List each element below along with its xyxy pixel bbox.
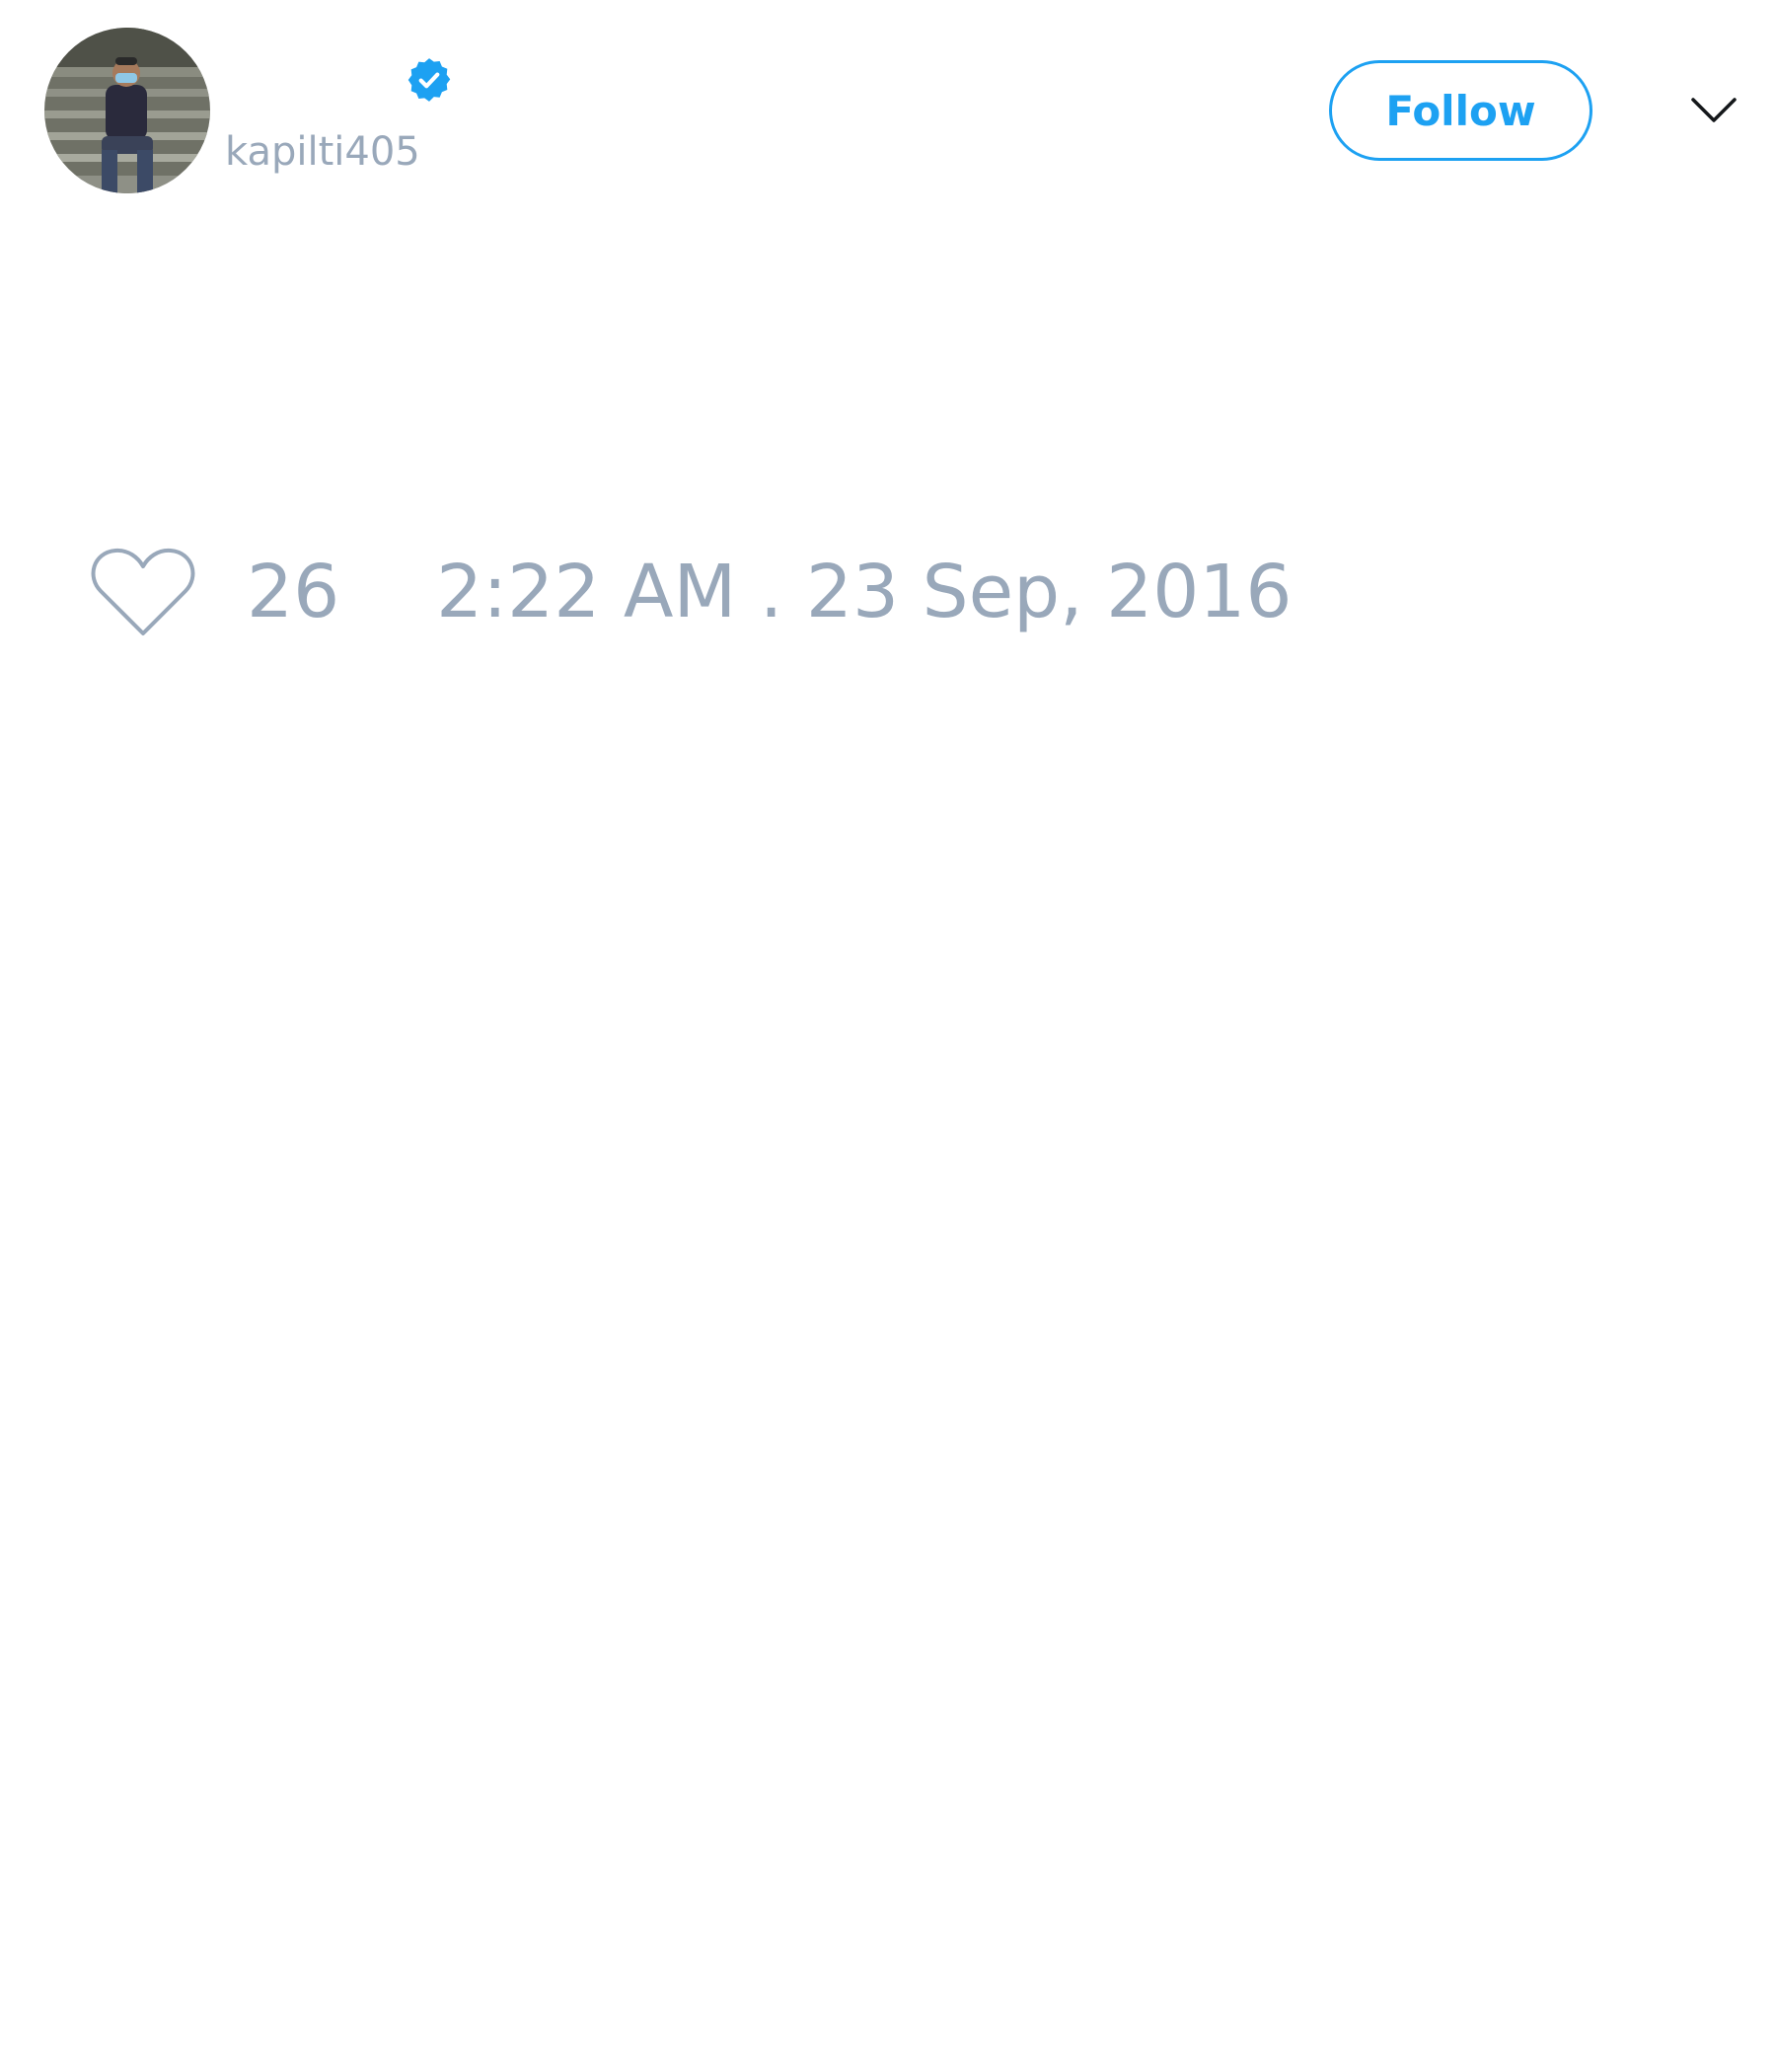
follow-button[interactable]: Follow: [1329, 60, 1592, 161]
tweet-timestamp[interactable]: 2:22 AM . 23 Sep, 2016: [436, 543, 1292, 641]
chevron-down-icon[interactable]: [1689, 92, 1739, 129]
heart-icon[interactable]: [89, 545, 197, 639]
avatar-photo-icon: [44, 28, 210, 193]
verified-badge-icon: [407, 58, 451, 102]
user-handle[interactable]: kapilti405: [225, 126, 420, 178]
tweet-footer: 26 2:22 AM . 23 Sep, 2016: [89, 538, 1292, 646]
avatar[interactable]: [44, 28, 210, 193]
tweet-card: kapilti405 Follow 26 2:22 AM . 23 Sep, 2…: [0, 0, 1776, 2072]
like-count: 26: [247, 550, 340, 634]
